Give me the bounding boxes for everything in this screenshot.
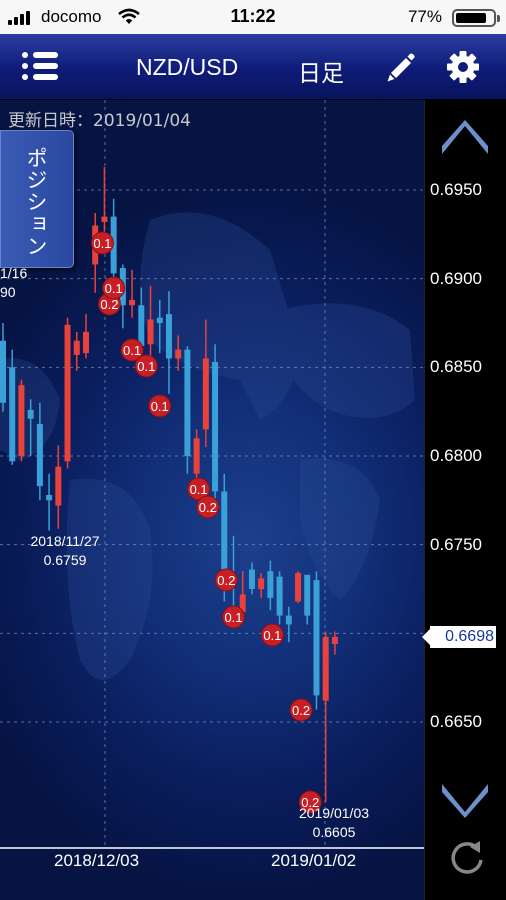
candle-body: [267, 571, 274, 598]
candle-body: [55, 466, 62, 506]
candle-body: [165, 314, 172, 359]
chevron-down-icon[interactable]: [440, 780, 490, 818]
currency-pair-title[interactable]: NZD/USD: [136, 54, 238, 81]
y-tick-label: 0.6850: [430, 357, 482, 377]
cut-annotation-date: 1/16: [0, 265, 28, 281]
trade-badge-label: 0.1: [190, 482, 208, 497]
world-map-background: [0, 212, 415, 680]
battery-percentage: 77%: [407, 7, 442, 26]
candle-body: [156, 317, 163, 323]
trade-badge-label: 0.1: [105, 281, 123, 296]
candle-body: [147, 319, 154, 345]
y-tick-label: 0.6650: [430, 712, 482, 731]
candle-body: [304, 574, 311, 616]
status-bar: docomo 11:22 77%: [0, 0, 506, 34]
chart-area[interactable]: 0.1 0.2 0.1 0.1 0.1 0.1 0.1 0.2 0.2 0.1 0.1 0.2 0.2 …: [0, 100, 506, 900]
period-button[interactable]: 日足: [298, 54, 344, 88]
candle-body: [64, 324, 71, 462]
candle-body: [184, 349, 191, 456]
candle-body: [129, 299, 136, 306]
cut-annotation-price: 90: [0, 284, 16, 300]
candle-body: [138, 305, 145, 347]
y-tick-label: 0.6950: [430, 180, 482, 199]
chevron-up-icon[interactable]: [440, 120, 490, 158]
candle-body: [202, 358, 209, 430]
low-annotation-price: 0.6605: [312, 824, 356, 840]
low-annotation: 2018/11/27 0.6759: [20, 532, 110, 570]
list-menu-icon[interactable]: [22, 52, 62, 82]
y-tick-label: 0.6750: [430, 534, 482, 554]
nav-bar: NZD/USD 日足: [0, 34, 506, 100]
refresh-icon[interactable]: [447, 838, 487, 878]
trade-badge-label: 0.1: [93, 236, 111, 251]
candle-body: [193, 438, 200, 474]
gear-icon[interactable]: [445, 49, 481, 85]
y-tick-label: 0.6800: [430, 446, 482, 465]
candle-body: [18, 385, 25, 456]
trade-badge-label: 0.1: [123, 343, 141, 358]
trade-badge-label: 0.1: [137, 359, 155, 374]
candle-body: [322, 636, 329, 701]
low-annotation-date: 2018/11/27: [30, 533, 100, 549]
candle-body: [331, 636, 338, 644]
candle-body: [221, 491, 228, 581]
candle-body: [0, 340, 6, 403]
candle-body: [212, 362, 219, 492]
low-annotation: 2019/01/03 0.6605: [288, 804, 380, 842]
x-axis-label: 2018/12/03: [54, 851, 140, 870]
candle-body: [73, 340, 80, 355]
trade-badge-label: 0.1: [263, 628, 281, 643]
candle-body: [101, 216, 108, 222]
candle-body: [46, 495, 53, 501]
candle-body: [258, 578, 265, 589]
candle-body: [295, 573, 302, 602]
trade-badge-label: 0.2: [199, 500, 217, 515]
candle-body: [27, 409, 34, 419]
candle-body: [276, 576, 283, 616]
pencil-icon[interactable]: [383, 51, 417, 85]
trade-badge-label: 0.2: [292, 703, 310, 718]
update-timestamp: 更新日時：2019/01/04: [8, 111, 191, 131]
trade-badge-label: 0.2: [217, 573, 235, 588]
low-annotation-date: 2019/01/03: [298, 805, 370, 821]
y-tick-label: 0.6900: [430, 268, 482, 288]
trade-badge-label: 0.1: [151, 399, 169, 414]
low-annotation-price: 0.6759: [43, 552, 87, 568]
current-price-marker: 0.6698: [422, 625, 496, 648]
candle-body: [36, 424, 43, 487]
trade-badge-label: 0.1: [224, 610, 242, 625]
candle-body: [313, 580, 320, 696]
candle-body: [248, 569, 255, 589]
candle-body: [82, 331, 89, 354]
candle-body: [175, 349, 182, 359]
x-axis-label: 2019/01/02: [271, 851, 357, 870]
position-button[interactable]: ポジション: [0, 130, 74, 268]
candle-body: [9, 367, 16, 462]
position-button-label: ポジション: [24, 147, 48, 257]
candle-body: [285, 615, 292, 625]
battery-icon: [452, 9, 500, 27]
